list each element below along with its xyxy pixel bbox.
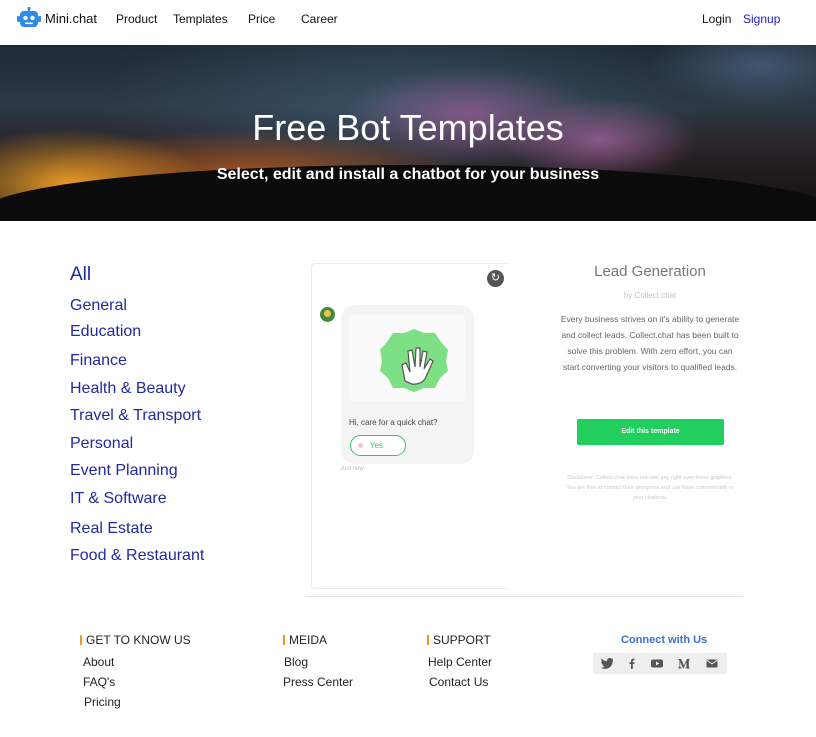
nav-link-product[interactable]: Product: [116, 12, 157, 26]
connect-heading: Connect with Us: [621, 634, 708, 646]
twitter-icon[interactable]: [601, 658, 614, 669]
category-real-estate[interactable]: Real Estate: [70, 520, 153, 538]
youtube-icon[interactable]: [651, 658, 663, 669]
email-icon[interactable]: [706, 658, 718, 669]
bot-message: Hi, care for a quick chat?: [349, 418, 438, 427]
welcome-image: [349, 315, 465, 401]
category-it-software[interactable]: IT & Software: [70, 490, 167, 508]
footer-heading-media: MEIDA: [283, 633, 327, 647]
bot-avatar: [320, 307, 335, 322]
logo[interactable]: Mini.chat: [17, 6, 98, 29]
category-all[interactable]: All: [70, 264, 91, 286]
category-finance[interactable]: Finance: [70, 352, 127, 370]
hero-title: Free Bot Templates: [252, 107, 564, 148]
category-personal[interactable]: Personal: [70, 435, 133, 453]
edit-template-button[interactable]: Edit this template: [577, 419, 724, 445]
chat-bubble: Hi, care for a quick chat? Yes: [341, 305, 474, 464]
footer-link-pricing[interactable]: Pricing: [84, 695, 121, 709]
signup-link[interactable]: Signup: [743, 12, 780, 26]
hero-subtitle: Select, edit and install a chatbot for y…: [216, 166, 600, 183]
footer-link-contact-us[interactable]: Contact Us: [429, 675, 488, 689]
message-timestamp: Just now: [340, 466, 364, 472]
category-health-beauty[interactable]: Health & Beauty: [70, 380, 186, 398]
category-travel-transport[interactable]: Travel & Transport: [70, 407, 201, 425]
top-navbar: Mini.chat Product Templates Price Career…: [0, 0, 816, 44]
nav-link-templates[interactable]: Templates: [173, 12, 228, 26]
template-description: Every business strives on it's ability t…: [560, 314, 740, 372]
nav-link-price[interactable]: Price: [248, 12, 275, 26]
template-title: Lead Generation: [594, 263, 706, 280]
footer-link-help-center[interactable]: Help Center: [428, 655, 492, 669]
robot-icon: [17, 6, 41, 29]
chatbot-preview: ↻ Hi, care for a quick chat? Yes Just no…: [311, 263, 508, 589]
template-author: by Collect.chat: [623, 291, 677, 300]
footer-heading-text: GET TO KNOW US: [86, 633, 191, 647]
facebook-icon[interactable]: [626, 658, 638, 669]
hero-banner: Free Bot Templates Select, edit and inst…: [0, 45, 816, 221]
waving-hand-icon: [380, 329, 448, 392]
heading-accent-bar: [427, 635, 429, 645]
medium-icon[interactable]: [678, 658, 690, 669]
footer-heading-text: SUPPORT: [433, 633, 491, 647]
footer-link-about[interactable]: About: [83, 655, 114, 669]
section-divider: [306, 596, 743, 597]
footer-link-press-center[interactable]: Press Center: [283, 675, 353, 689]
category-food-restaurant[interactable]: Food & Restaurant: [70, 547, 204, 565]
login-link[interactable]: Login: [702, 12, 731, 26]
logo-text: Mini.chat: [45, 10, 98, 26]
footer-link-blog[interactable]: Blog: [284, 655, 308, 669]
refresh-icon[interactable]: ↻: [487, 270, 504, 287]
category-event-planning[interactable]: Event Planning: [70, 462, 178, 480]
heading-accent-bar: [283, 635, 285, 645]
yes-option-button[interactable]: Yes: [350, 435, 406, 456]
heading-accent-bar: [80, 635, 82, 645]
category-general[interactable]: General: [70, 297, 127, 315]
category-education[interactable]: Education: [70, 323, 141, 341]
footer-heading-support: SUPPORT: [427, 633, 491, 647]
footer-heading-text: MEIDA: [289, 633, 328, 647]
footer-link-faqs[interactable]: FAQ's: [83, 675, 115, 689]
template-disclaimer: Disclaimer: Collect.chat does not own an…: [566, 475, 734, 501]
social-icons-bar: [593, 653, 727, 674]
nav-link-career[interactable]: Career: [301, 12, 338, 26]
footer-heading-get-to-know-us: GET TO KNOW US: [80, 633, 191, 647]
